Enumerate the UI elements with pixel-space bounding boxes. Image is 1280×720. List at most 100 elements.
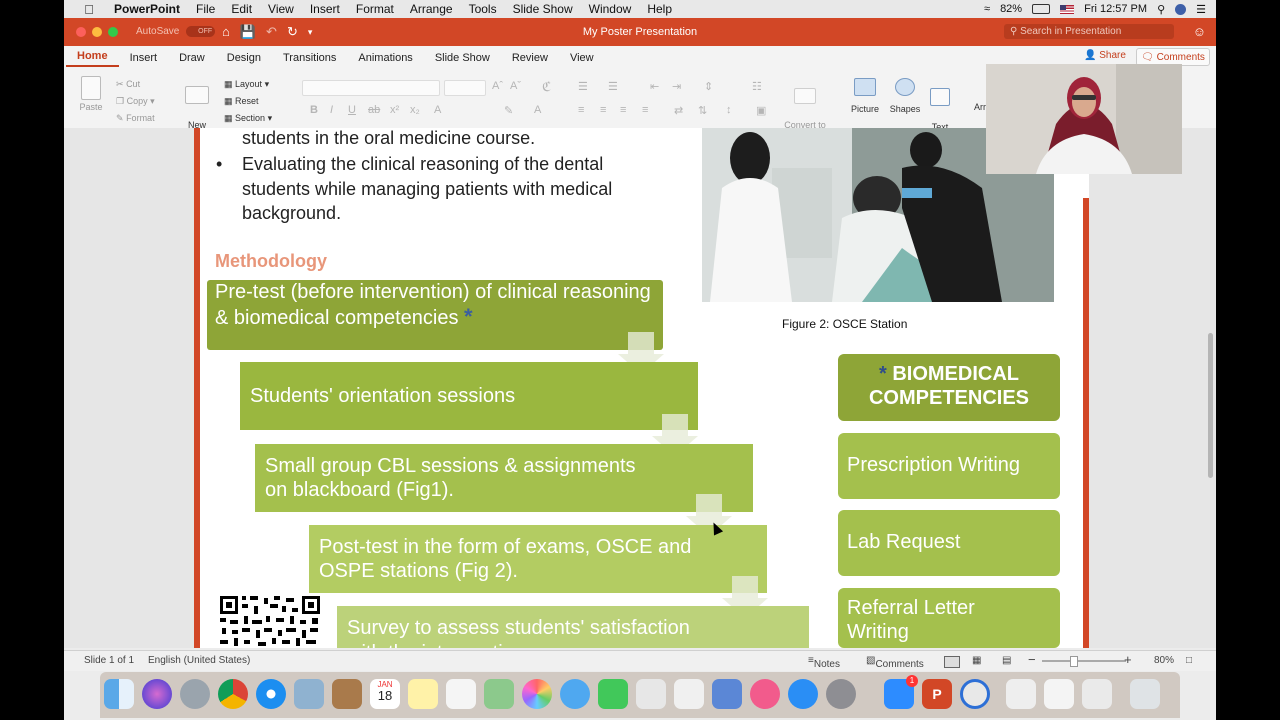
subscript-icon[interactable]: x₂ xyxy=(410,104,420,116)
menu-tools[interactable]: Tools xyxy=(469,2,497,16)
share-button[interactable]: 👤 Share xyxy=(1084,50,1126,61)
chrome-icon[interactable] xyxy=(218,679,248,709)
italic-icon[interactable]: I xyxy=(330,104,333,116)
competencies-title-box[interactable]: * BIOMEDICAL COMPETENCIES xyxy=(838,354,1060,421)
zoom-level[interactable]: 80% xyxy=(1154,655,1174,666)
increase-font-icon[interactable]: Aˆ xyxy=(492,80,503,92)
vertical-scrollbar[interactable] xyxy=(1208,333,1213,478)
preview-icon[interactable] xyxy=(636,679,666,709)
document-stack-icon[interactable] xyxy=(1006,679,1036,709)
input-source-flag-icon[interactable] xyxy=(1060,4,1075,14)
copy-button[interactable]: ❐ Copy ▾ xyxy=(116,93,155,110)
system-preferences-icon[interactable] xyxy=(826,679,856,709)
step-orientation-box[interactable]: Students' orientation sessions xyxy=(240,362,698,430)
language-indicator[interactable]: English (United States) xyxy=(148,655,250,666)
fit-to-window-icon[interactable]: □ xyxy=(1186,655,1192,666)
menu-format[interactable]: Format xyxy=(356,2,394,16)
decrease-font-icon[interactable]: Aˇ xyxy=(510,80,521,92)
numbers-icon[interactable] xyxy=(674,679,704,709)
zoom-in-icon[interactable]: + xyxy=(1124,652,1132,667)
paste-button[interactable]: Paste xyxy=(78,76,104,112)
highlight-icon[interactable]: ✎ xyxy=(504,104,513,117)
music-icon[interactable] xyxy=(750,679,780,709)
clock[interactable]: Fri 12:57 PM xyxy=(1084,3,1147,15)
section-button[interactable]: ▦ Section ▾ xyxy=(224,110,272,127)
feedback-smiley-icon[interactable]: ☺ xyxy=(1193,24,1206,39)
zoom-out-icon[interactable]: − xyxy=(1028,652,1036,667)
step-pretest-box[interactable]: Pre-test (before intervention) of clinic… xyxy=(207,280,663,350)
normal-view-icon[interactable] xyxy=(944,656,960,668)
keynote-icon[interactable] xyxy=(712,679,742,709)
competency-referral-box[interactable]: Referral Letter Writing xyxy=(838,588,1060,648)
slide-sorter-icon[interactable]: ▦ xyxy=(972,655,981,666)
messages-icon[interactable] xyxy=(560,679,590,709)
competency-prescription-box[interactable]: Prescription Writing xyxy=(838,433,1060,499)
zoom-slider[interactable] xyxy=(1042,660,1126,662)
strikethrough-icon[interactable]: ab xyxy=(368,104,380,116)
increase-indent-icon[interactable]: ⇥ xyxy=(672,80,681,93)
decrease-indent-icon[interactable]: ⇤ xyxy=(650,80,659,93)
maps-icon[interactable] xyxy=(484,679,514,709)
siri-icon[interactable] xyxy=(1175,3,1187,15)
picture-button[interactable]: Picture xyxy=(848,78,882,114)
notes-button[interactable]: ≡ Notes xyxy=(808,655,840,670)
notification-center-icon[interactable]: ☰ xyxy=(1196,3,1206,16)
menu-file[interactable]: File xyxy=(196,2,215,16)
tab-animations[interactable]: Animations xyxy=(347,52,423,64)
justify-icon[interactable]: ≡ xyxy=(642,104,648,116)
tab-view[interactable]: View xyxy=(559,52,605,64)
spotlight-search-icon[interactable]: ⚲ xyxy=(1157,3,1165,16)
layout-button[interactable]: ▦ Layout ▾ xyxy=(224,76,272,93)
superscript-icon[interactable]: x² xyxy=(390,104,399,116)
wifi-icon[interactable]: ≈ xyxy=(984,3,990,15)
photos-icon[interactable] xyxy=(522,679,552,709)
menu-slide-show[interactable]: Slide Show xyxy=(513,2,573,16)
menu-view[interactable]: View xyxy=(268,2,294,16)
shapes-button[interactable]: Shapes xyxy=(888,78,922,114)
menu-edit[interactable]: Edit xyxy=(231,2,252,16)
zoom-slider-handle[interactable] xyxy=(1070,656,1078,667)
format-painter-button[interactable]: ✎ Format xyxy=(116,110,155,127)
menu-insert[interactable]: Insert xyxy=(310,2,340,16)
trash-icon[interactable] xyxy=(1130,679,1160,709)
contacts-icon[interactable] xyxy=(332,679,362,709)
menu-window[interactable]: Window xyxy=(589,2,632,16)
reading-view-icon[interactable]: ▤ xyxy=(1002,655,1011,666)
underline-icon[interactable]: U xyxy=(348,104,356,116)
font-color-icon[interactable]: A xyxy=(534,104,541,116)
numbering-icon[interactable]: ☰ xyxy=(608,80,618,93)
tab-insert[interactable]: Insert xyxy=(119,52,169,64)
step-survey-box[interactable]: Survey to assess students' satisfaction … xyxy=(337,606,809,648)
clear-formatting-icon[interactable]: ℭ xyxy=(542,79,551,95)
battery-percent[interactable]: 82% xyxy=(1000,3,1022,15)
smartart-icon[interactable]: ▣ xyxy=(756,104,766,117)
align-center-icon[interactable]: ≡ xyxy=(600,104,606,116)
step-posttest-box[interactable]: Post-test in the form of exams, OSCE and… xyxy=(309,525,767,593)
bold-icon[interactable]: B xyxy=(310,104,318,116)
tab-draw[interactable]: Draw xyxy=(168,52,216,64)
tab-home[interactable]: Home xyxy=(66,50,119,67)
tab-review[interactable]: Review xyxy=(501,52,559,64)
downloads-stack-icon[interactable] xyxy=(1044,679,1074,709)
powerpoint-icon[interactable]: P xyxy=(922,679,952,709)
recent-doc-icon[interactable] xyxy=(1082,679,1112,709)
line-spacing-icon[interactable]: ⇕ xyxy=(704,80,713,93)
competency-lab-request-box[interactable]: Lab Request xyxy=(838,510,1060,576)
status-comments-button[interactable]: ▧ Comments xyxy=(866,655,924,670)
notes-app-icon[interactable] xyxy=(408,679,438,709)
align-left-icon[interactable]: ≡ xyxy=(578,104,584,116)
font-family-select[interactable] xyxy=(302,80,440,96)
columns-icon[interactable]: ☷ xyxy=(752,80,762,93)
quicktime-icon[interactable] xyxy=(960,679,990,709)
menu-arrange[interactable]: Arrange xyxy=(410,2,453,16)
launchpad-icon[interactable] xyxy=(180,679,210,709)
align-vertical-icon[interactable]: ↕ xyxy=(726,104,732,116)
siri-icon[interactable] xyxy=(142,679,172,709)
tab-design[interactable]: Design xyxy=(216,52,272,64)
text-direction-icon[interactable]: ⇄ xyxy=(674,104,683,117)
bullets-icon[interactable]: ☰ xyxy=(578,80,588,93)
menu-app-name[interactable]: PowerPoint xyxy=(114,2,180,16)
tab-transitions[interactable]: Transitions xyxy=(272,52,347,64)
step-cbl-box[interactable]: Small group CBL sessions & assignments o… xyxy=(255,444,753,512)
align-right-icon[interactable]: ≡ xyxy=(620,104,626,116)
